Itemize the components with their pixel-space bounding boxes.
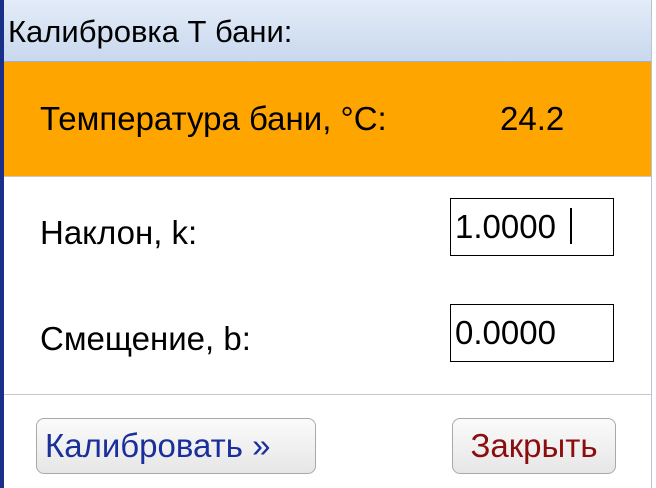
- offset-label: Смещение, b:: [40, 320, 251, 357]
- dialog-title: Калибровка Т бани:: [8, 14, 293, 49]
- calibration-dialog: Калибровка Т бани: Температура бани, °C:…: [0, 0, 652, 488]
- text-caret: [570, 208, 572, 244]
- divider-bottom: [4, 394, 651, 395]
- divider-top: [4, 176, 651, 177]
- title-bar: Калибровка Т бани:: [4, 0, 651, 62]
- temperature-value: 24.2: [500, 100, 565, 137]
- close-button[interactable]: Закрыть: [452, 418, 616, 474]
- slope-label: Наклон, k:: [40, 214, 198, 251]
- slope-input[interactable]: [450, 198, 614, 256]
- temperature-panel: Температура бани, °C: 24.2: [4, 62, 651, 176]
- calibrate-button[interactable]: Калибровать »: [36, 418, 316, 474]
- offset-input[interactable]: [450, 304, 614, 362]
- temperature-label: Температура бани, °C:: [40, 100, 387, 137]
